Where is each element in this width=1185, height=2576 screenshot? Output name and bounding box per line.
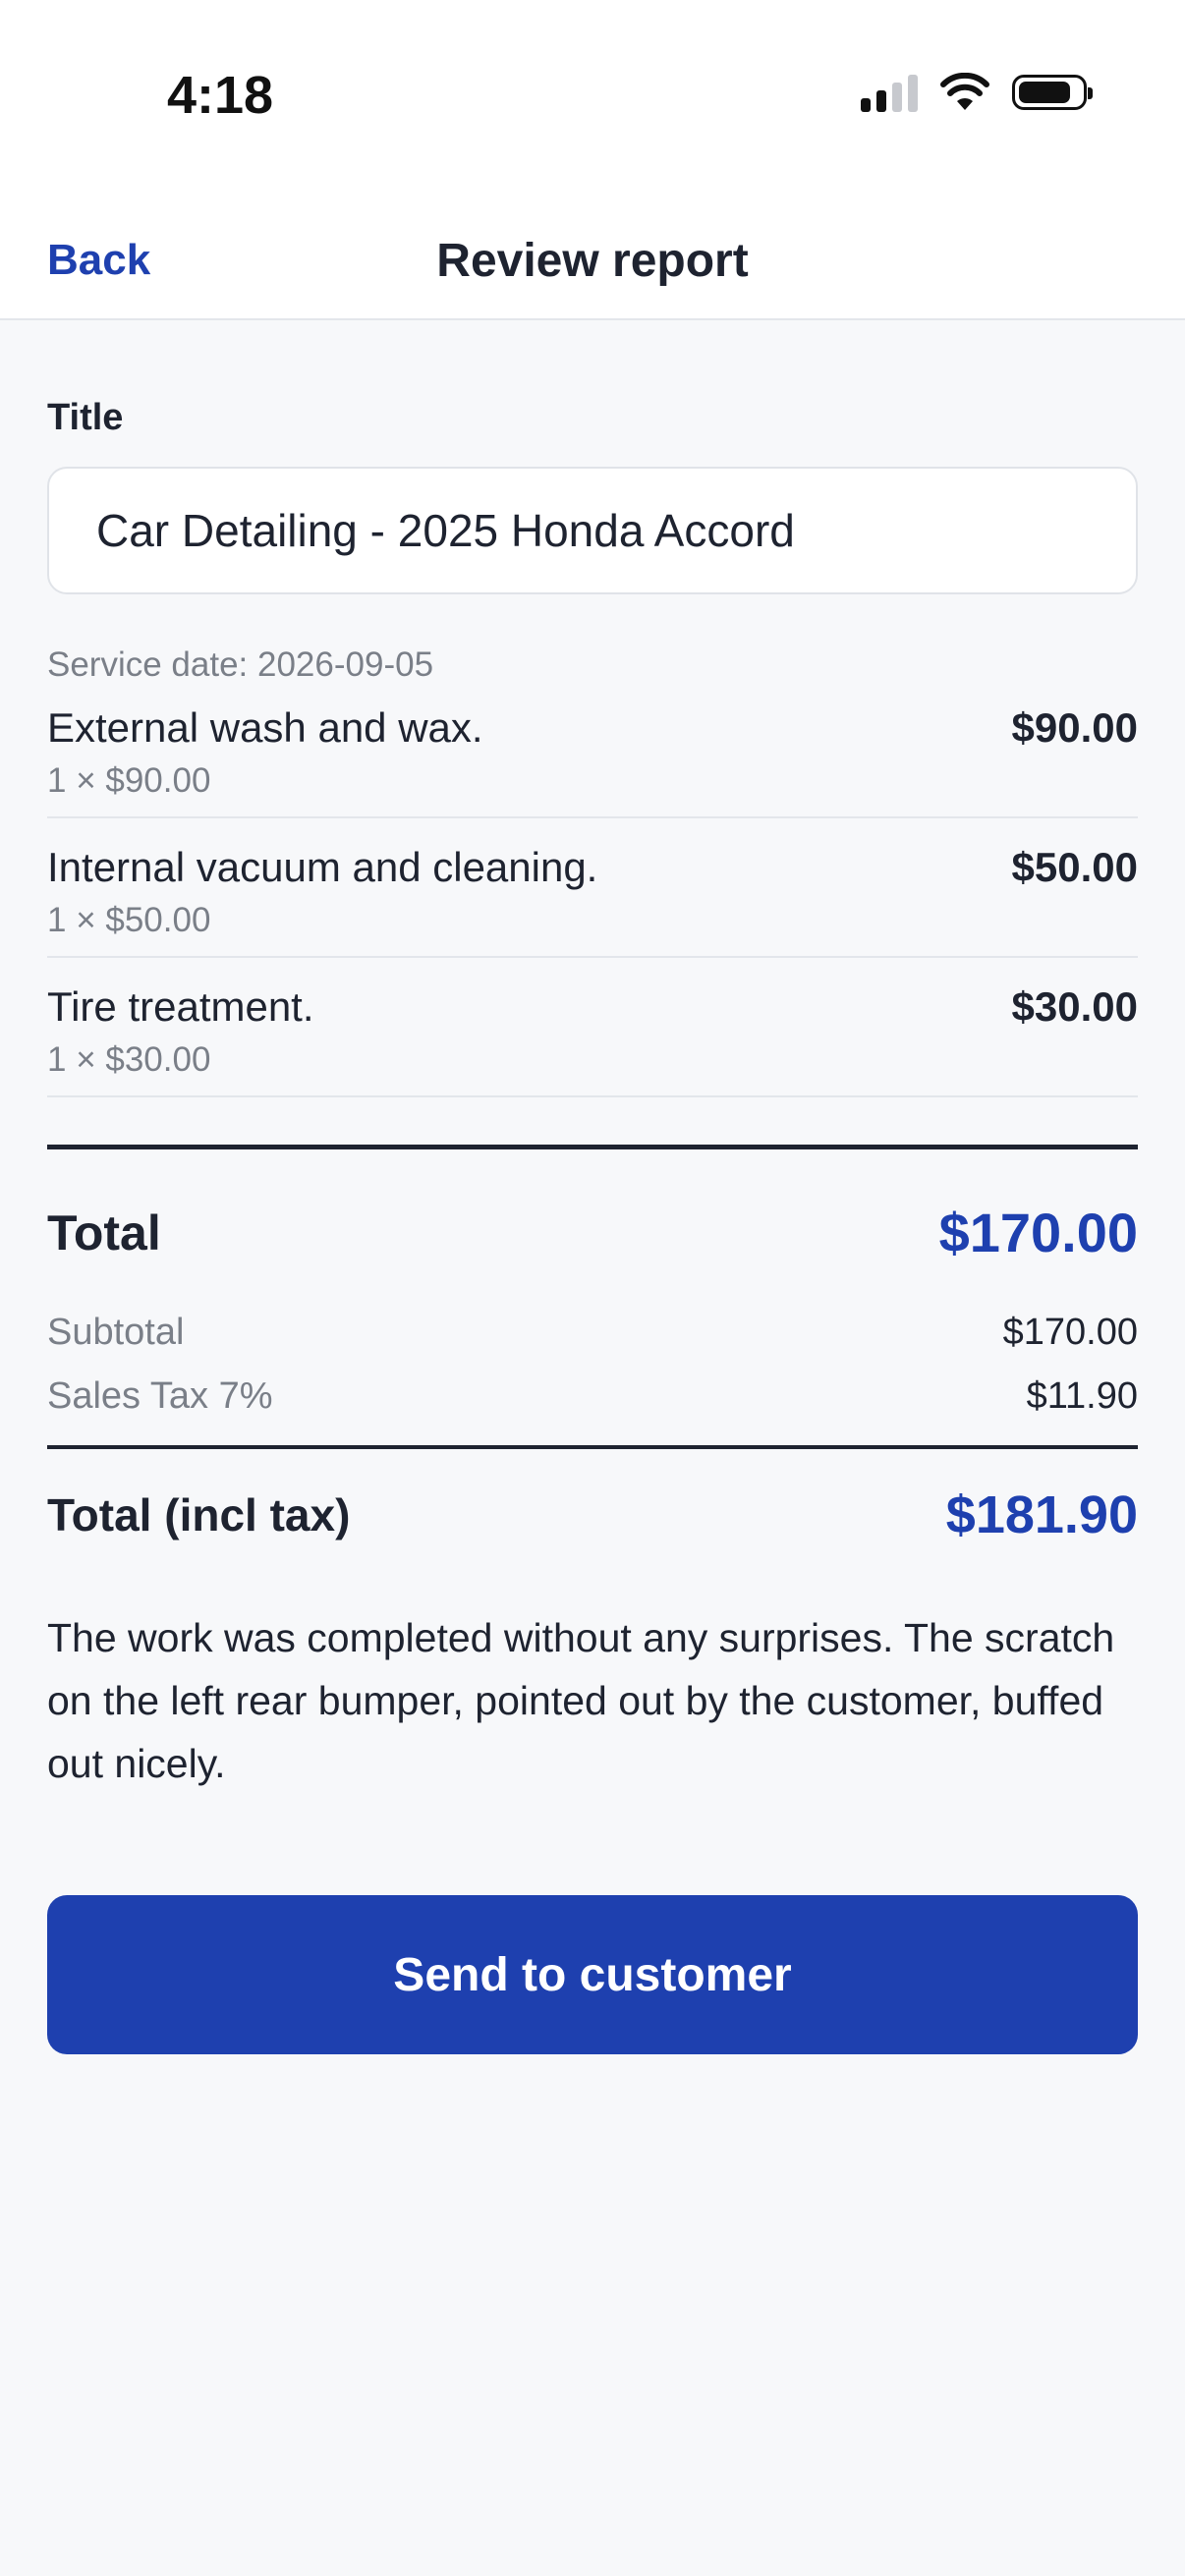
line-item-amount: $90.00 bbox=[1011, 704, 1138, 751]
line-items-list: External wash and wax. $90.00 1 × $90.00… bbox=[47, 685, 1138, 1097]
report-content: Title Service date: 2026-09-05 External … bbox=[47, 318, 1138, 2054]
line-item-name: Internal vacuum and cleaning. bbox=[47, 844, 598, 890]
subtotal-value: $170.00 bbox=[1002, 1312, 1138, 1353]
line-item-amount: $30.00 bbox=[1011, 983, 1138, 1030]
line-item-qty: 1 × $30.00 bbox=[47, 1040, 211, 1079]
line-item: External wash and wax. $90.00 1 × $90.00 bbox=[47, 685, 1138, 818]
line-item: Tire treatment. $30.00 1 × $30.00 bbox=[47, 958, 1138, 1097]
tax-divider bbox=[47, 1445, 1138, 1449]
total-incl-tax-row: Total (incl tax) $181.90 bbox=[47, 1484, 1138, 1545]
tax-value: $11.90 bbox=[1026, 1375, 1138, 1417]
send-to-customer-button[interactable]: Send to customer bbox=[47, 1895, 1138, 2054]
page-title: Review report bbox=[436, 235, 749, 287]
cellular-signal-icon bbox=[861, 73, 918, 112]
totals-divider bbox=[47, 1145, 1138, 1149]
battery-icon bbox=[1012, 75, 1093, 110]
line-item: Internal vacuum and cleaning. $50.00 1 ×… bbox=[47, 818, 1138, 958]
total-incl-tax-label: Total (incl tax) bbox=[47, 1489, 351, 1540]
total-incl-tax-value: $181.90 bbox=[945, 1485, 1138, 1544]
line-item-qty: 1 × $50.00 bbox=[47, 901, 211, 939]
line-item-name: External wash and wax. bbox=[47, 704, 483, 751]
status-time: 4:18 bbox=[167, 66, 274, 125]
line-item-name: Tire treatment. bbox=[47, 983, 314, 1030]
status-icons bbox=[861, 73, 1093, 112]
total-row: Total $170.00 bbox=[47, 1201, 1138, 1264]
total-value: $170.00 bbox=[938, 1202, 1138, 1263]
line-item-qty: 1 × $90.00 bbox=[47, 761, 211, 800]
service-date: Service date: 2026-09-05 bbox=[47, 645, 434, 684]
line-item-amount: $50.00 bbox=[1011, 844, 1138, 890]
wifi-icon bbox=[940, 73, 989, 110]
back-button[interactable]: Back bbox=[47, 236, 150, 285]
title-input[interactable] bbox=[47, 467, 1138, 594]
subtotal-row: Subtotal $170.00 bbox=[47, 1312, 1138, 1354]
total-label: Total bbox=[47, 1204, 161, 1260]
subtotal-label: Subtotal bbox=[47, 1312, 185, 1353]
title-label: Title bbox=[47, 397, 124, 438]
report-notes: The work was completed without any surpr… bbox=[47, 1615, 1115, 1786]
top-bar: 4:18 Back Review report bbox=[0, 0, 1185, 320]
tax-label: Sales Tax 7% bbox=[47, 1375, 273, 1417]
tax-row: Sales Tax 7% $11.90 bbox=[47, 1375, 1138, 1418]
